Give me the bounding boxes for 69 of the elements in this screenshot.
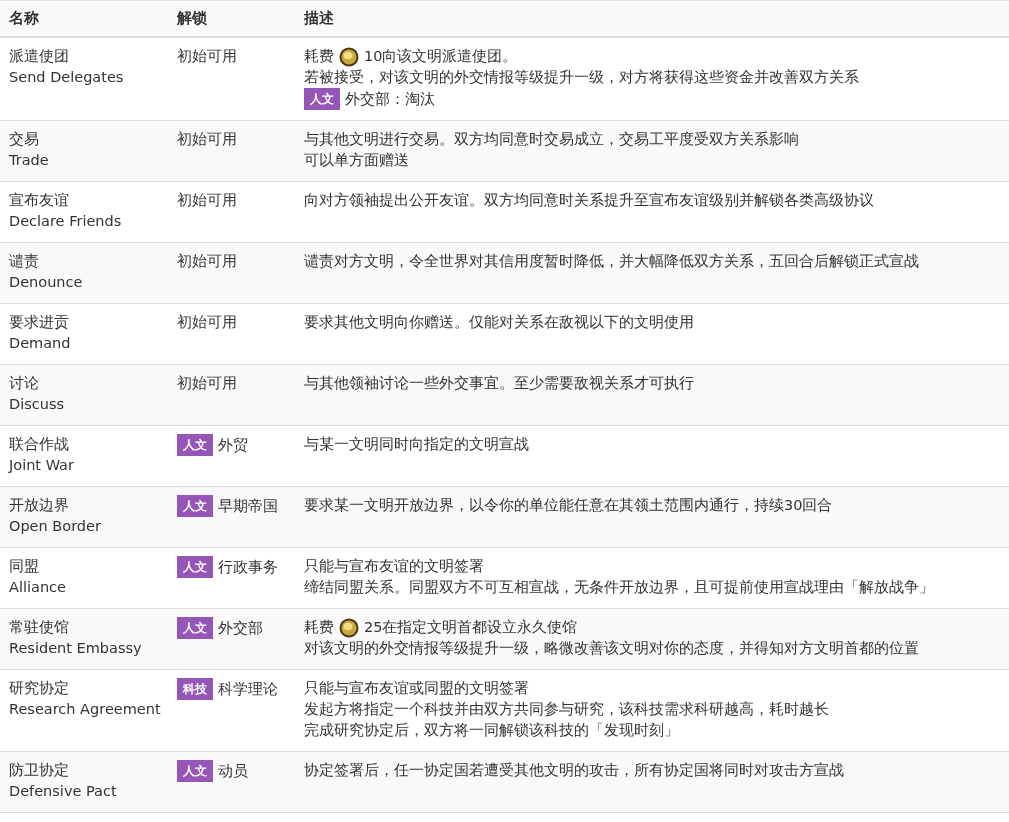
category-tag: 人文: [304, 88, 340, 110]
cost-label: 耗费: [304, 47, 334, 66]
action-name: 开放边界: [9, 496, 70, 515]
unlock-requirement: 科学理论: [218, 679, 278, 699]
column-header: 名称: [9, 10, 39, 26]
action-name-english: Discuss: [9, 395, 66, 414]
action-name: 谴责: [9, 252, 40, 271]
description-text: 可以单方面赠送: [304, 151, 409, 170]
unlock-requirement: 早期帝国: [218, 496, 278, 516]
unlock-requirement: 初始可用: [177, 313, 237, 332]
description-text: 与某一文明同时向指定的文明宣战: [304, 435, 529, 454]
description-text: 只能与宣布友谊的文明签署: [304, 557, 484, 576]
description-text: 只能与宣布友谊或同盟的文明签署: [304, 679, 529, 698]
coin-icon: [339, 617, 359, 638]
action-name-english: Demand: [9, 334, 72, 353]
unlock-requirement: 外贸: [218, 435, 248, 455]
unlock-requirement: 初始可用: [177, 191, 237, 210]
unlock-requirement: 初始可用: [177, 252, 237, 271]
action-name: 讨论: [9, 374, 40, 393]
action-name-english: Defensive Pact: [9, 782, 118, 801]
action-name: 研究协定: [9, 679, 70, 698]
column-header: 描述: [304, 10, 334, 26]
unlock-requirement: 动员: [218, 761, 248, 781]
unlock-requirement: 初始可用: [177, 130, 237, 149]
description-text: 要求某一文明开放边界，以令你的单位能任意在其领土范围内通行，持续30回合: [304, 496, 833, 515]
category-tag: 人文: [177, 495, 213, 517]
action-name-english: Trade: [9, 151, 50, 170]
action-name-english: Resident Embassy: [9, 639, 143, 658]
action-name-english: Research Agreement: [9, 700, 162, 719]
action-name: 宣布友谊: [9, 191, 70, 210]
action-name-english: Joint War: [9, 456, 75, 475]
action-name: 防卫协定: [9, 761, 70, 780]
cost-label: 耗费: [304, 618, 334, 637]
action-name: 要求进贡: [9, 313, 70, 332]
unlock-requirement: 外交部: [218, 618, 263, 638]
description-text: 10向该文明派遣使团。: [364, 47, 518, 66]
unlock-requirement: 初始可用: [177, 47, 237, 66]
action-name: 派遣使团: [9, 47, 70, 66]
action-name-english: Send Delegates: [9, 68, 125, 87]
action-name-english: Open Border: [9, 517, 102, 536]
description-text: 协定签署后，任一协定国若遭受其他文明的攻击，所有协定国将同时对攻击方宣战: [304, 761, 844, 780]
action-name-english: Alliance: [9, 578, 67, 597]
description-text: 与其他领袖讨论一些外交事宜。至少需要敌视关系才可执行: [304, 374, 694, 393]
unlock-requirement: 初始可用: [177, 374, 237, 393]
category-tag: 人文: [177, 617, 213, 639]
description-text: 要求其他文明向你赠送。仅能对关系在敌视以下的文明使用: [304, 313, 694, 332]
description-text: 25在指定文明首都设立永久使馆: [364, 618, 578, 637]
column-header: 解锁: [177, 10, 207, 26]
unlock-requirement: 行政事务: [218, 557, 278, 577]
description-text: 向对方领袖提出公开友谊。双方均同意时关系提升至宣布友谊级别并解锁各类高级协议: [304, 191, 874, 210]
description-text: 外交部：淘汰: [345, 89, 435, 109]
category-tag: 科技: [177, 678, 213, 700]
action-name: 交易: [9, 130, 40, 149]
action-name: 常驻使馆: [9, 618, 70, 637]
description-text: 发起方将指定一个科技并由双方共同参与研究，该科技需求科研越高，耗时越长: [304, 700, 829, 719]
description-text: 谴责对方文明，令全世界对其信用度暂时降低，并大幅降低双方关系，五回合后解锁正式宣战: [304, 252, 919, 271]
action-name-english: Denounce: [9, 273, 84, 292]
description-text: 完成研究协定后，双方将一同解锁该科技的「发现时刻」: [304, 721, 679, 740]
description-text: 对该文明的外交情报等级提升一级，略微改善该文明对你的态度，并得知对方文明首都的位置: [304, 639, 919, 658]
action-name-english: Declare Friends: [9, 212, 123, 231]
category-tag: 人文: [177, 556, 213, 578]
category-tag: 人文: [177, 760, 213, 782]
action-name: 联合作战: [9, 435, 70, 454]
description-text: 缔结同盟关系。同盟双方不可互相宣战，无条件开放边界，且可提前使用宣战理由「解放战争」: [304, 578, 934, 597]
category-tag: 人文: [177, 434, 213, 456]
action-name: 同盟: [9, 557, 40, 576]
coin-icon: [339, 46, 359, 67]
description-text: 若被接受，对该文明的外交情报等级提升一级，对方将获得这些资金并改善双方关系: [304, 68, 859, 87]
description-text: 与其他文明进行交易。双方均同意时交易成立，交易工平度受双方关系影响: [304, 130, 799, 149]
